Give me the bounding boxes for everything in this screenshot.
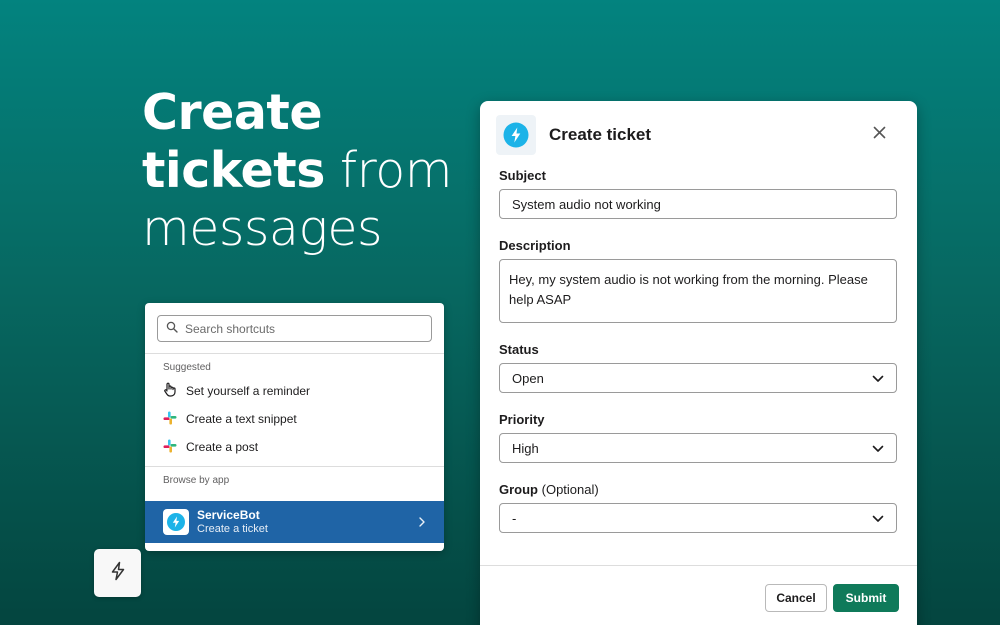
description-textarea[interactable]: Hey, my system audio is not working from…: [499, 259, 897, 323]
subject-input[interactable]: System audio not working: [499, 189, 897, 219]
subject-label: Subject: [499, 168, 546, 183]
group-value: -: [512, 510, 517, 526]
chevron-down-icon: [872, 511, 884, 526]
close-button[interactable]: [867, 123, 891, 147]
modal-header: Create ticket: [480, 101, 917, 155]
group-optional-text: (Optional): [541, 482, 599, 497]
app-action: Create a ticket: [197, 523, 268, 535]
shortcuts-menu: Search shortcuts Suggested Set yourself …: [145, 303, 444, 551]
subject-field-group: Subject System audio not working: [499, 168, 898, 219]
slack-icon: [163, 411, 177, 428]
shortcuts-search-wrap: Search shortcuts: [145, 303, 444, 354]
group-field-group: Group (Optional) -: [499, 482, 898, 533]
create-ticket-modal: Create ticket Subject System audio not w…: [480, 101, 917, 625]
search-icon: [166, 321, 178, 336]
lightning-outline-icon: [109, 561, 127, 586]
lightning-icon: [163, 509, 189, 535]
lightning-icon: [496, 114, 536, 155]
slack-icon: [163, 439, 177, 456]
hero-headline: Create tickets from messages: [142, 84, 452, 258]
app-name: ServiceBot: [197, 508, 260, 522]
shortcut-item-label: Create a text snippet: [186, 412, 297, 426]
chevron-down-icon: [872, 371, 884, 386]
search-placeholder: Search shortcuts: [185, 321, 276, 336]
app-item-text: ServiceBot Create a ticket: [197, 508, 410, 536]
shortcut-item-label: Create a post: [186, 440, 259, 454]
chevron-right-icon: [418, 514, 426, 530]
modal-title: Create ticket: [549, 124, 652, 144]
status-select[interactable]: Open: [499, 363, 897, 393]
hero-line-2: tickets from: [142, 142, 452, 200]
app-item-servicebot[interactable]: ServiceBot Create a ticket: [145, 501, 444, 543]
priority-label: Priority: [499, 412, 545, 427]
footer-divider: [480, 565, 917, 566]
ticket-form: Subject System audio not working Descrip…: [480, 154, 917, 533]
shortcut-item-post[interactable]: Create a post: [145, 433, 444, 461]
description-field-group: Description Hey, my system audio is not …: [499, 238, 898, 323]
shortcut-item-reminder[interactable]: Set yourself a reminder: [145, 377, 444, 405]
lightning-shortcut-button[interactable]: [94, 549, 141, 597]
status-field-group: Status Open: [499, 342, 898, 393]
group-label: Group (Optional): [499, 482, 898, 497]
cancel-button[interactable]: Cancel: [765, 584, 827, 612]
hero-line-2-bold: tickets: [142, 142, 325, 199]
status-label: Status: [499, 342, 539, 357]
close-icon: [873, 126, 886, 144]
group-label-text: Group: [499, 482, 538, 497]
description-label: Description: [499, 238, 571, 253]
browse-by-app-label: Browse by app: [163, 475, 230, 486]
hero-line-1: Create: [142, 84, 323, 141]
shortcut-item-text-snippet[interactable]: Create a text snippet: [145, 405, 444, 433]
modal-footer: Cancel Submit: [765, 584, 899, 612]
status-value: Open: [512, 370, 544, 386]
submit-button[interactable]: Submit: [833, 584, 899, 612]
shortcut-item-label: Set yourself a reminder: [186, 384, 311, 398]
shortcuts-search-input[interactable]: Search shortcuts: [157, 315, 432, 342]
group-select[interactable]: -: [499, 503, 897, 533]
priority-value: High: [512, 440, 539, 456]
hero-line-3: messages: [142, 200, 383, 257]
hero-line-2-light: from: [324, 142, 453, 199]
suggested-label: Suggested: [163, 362, 211, 373]
hand-icon: [163, 382, 177, 400]
priority-select[interactable]: High: [499, 433, 897, 463]
priority-field-group: Priority High: [499, 412, 898, 463]
chevron-down-icon: [872, 441, 884, 456]
